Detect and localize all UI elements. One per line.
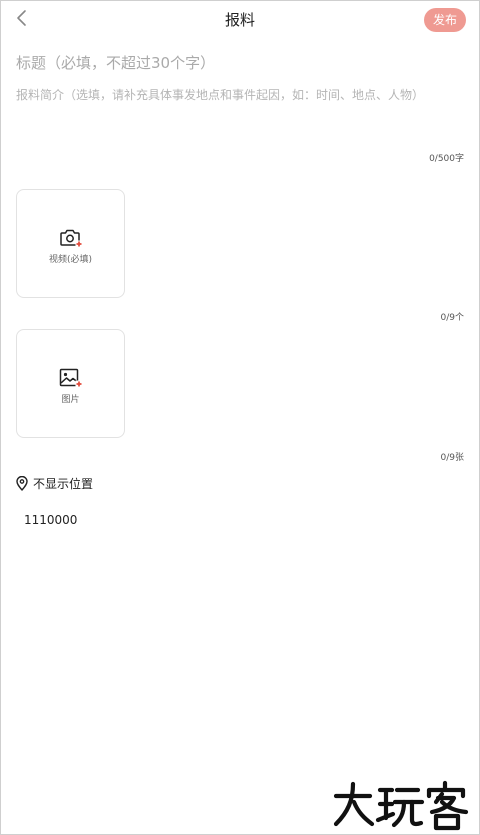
location-toggle[interactable]: 不显示位置	[16, 474, 93, 492]
code-value: 1110000	[24, 513, 78, 527]
publish-button[interactable]: 发布	[424, 8, 466, 32]
header: 报料 发布	[0, 0, 480, 40]
location-label: 不显示位置	[33, 476, 94, 491]
image-upload-label: 图片	[61, 395, 80, 405]
page-title: 报料	[224, 11, 255, 29]
video-upload-button[interactable]: 视频(必填)	[16, 189, 125, 298]
watermark-logo	[333, 780, 469, 831]
video-counter: 0/9个	[440, 313, 465, 323]
description-counter: 0/500字	[429, 154, 464, 164]
image-add-icon	[59, 368, 83, 388]
image-counter: 0/9张	[440, 453, 465, 463]
location-pin-icon	[16, 475, 28, 491]
video-upload-label: 视频(必填)	[48, 255, 93, 265]
title-input[interactable]	[16, 50, 456, 76]
description-input[interactable]	[16, 86, 464, 142]
camera-add-icon	[60, 229, 83, 248]
image-upload-button[interactable]: 图片	[16, 329, 125, 438]
